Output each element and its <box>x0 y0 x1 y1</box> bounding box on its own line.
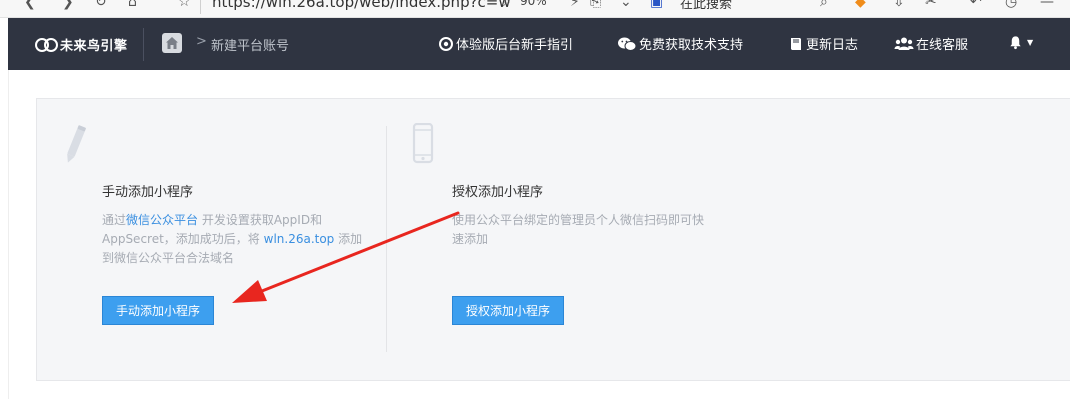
extension-icon[interactable]: ◆ <box>855 0 866 10</box>
nav-service-link[interactable]: 在线客服 <box>894 34 968 53</box>
home-browser-icon[interactable]: ⌂ <box>128 0 137 10</box>
bell-icon <box>1010 36 1021 50</box>
top-navigation-bar: 未来鸟引擎 > 新建平台账号 体验版后台新手指引 免费获取技术支持 更新日志 在… <box>8 18 1070 70</box>
nav-guide-label: 体验版后台新手指引 <box>456 38 574 53</box>
reload-icon[interactable]: ↻ <box>95 0 107 10</box>
logo[interactable]: 未来鸟引擎 <box>35 35 128 54</box>
home-button[interactable] <box>162 33 182 53</box>
nav-support-link[interactable]: 免费获取技术支持 <box>617 34 743 53</box>
search-box[interactable]: 在此搜索 <box>680 0 732 12</box>
pencil-icon <box>67 125 86 163</box>
address-bar[interactable]: https://wln.26a.top/web/index.php?c=w <box>212 0 511 11</box>
share-icon[interactable]: ⎘ <box>590 0 601 10</box>
history-icon[interactable]: ◷ <box>1005 0 1017 10</box>
breadcrumb-current: 新建平台账号 <box>211 39 290 54</box>
dropdown-icon[interactable]: ⌄ <box>620 0 632 10</box>
authorize-add-button[interactable]: 授权添加小程序 <box>452 296 564 325</box>
breadcrumb-separator: > <box>196 34 207 49</box>
wechat-platform-link[interactable]: 微信公众平台 <box>126 213 198 227</box>
lightning-icon[interactable]: ⚡ <box>570 0 580 10</box>
authorize-card-title: 授权添加小程序 <box>452 185 544 200</box>
back-icon[interactable]: ❮ <box>24 0 36 10</box>
zoom-icon[interactable]: ⌕ <box>503 0 511 10</box>
chevron-down-icon: ▼ <box>1027 38 1034 47</box>
manual-add-button[interactable]: 手动添加小程序 <box>102 296 214 325</box>
nav-divider <box>143 28 144 61</box>
nav-support-label: 免费获取技术支持 <box>639 38 744 53</box>
domain-link[interactable]: wln.26a.top <box>264 232 335 246</box>
logo-icon <box>35 37 58 52</box>
nav-changelog-label: 更新日志 <box>806 38 859 53</box>
manual-card-description: 通过微信公众平台 开发设置获取AppID和AppSecret，添加成功后，将 w… <box>102 211 364 268</box>
logo-text: 未来鸟引擎 <box>60 38 128 54</box>
users-icon <box>894 36 914 52</box>
nav-changelog-link[interactable]: 更新日志 <box>788 34 858 53</box>
circle-dot-icon <box>438 36 454 52</box>
nav-guide-link[interactable]: 体验版后台新手指引 <box>438 34 573 53</box>
manual-card-title: 手动添加小程序 <box>102 185 194 200</box>
undo-icon[interactable]: ↶ <box>970 0 982 10</box>
desc-prefix: 通过 <box>102 213 127 227</box>
nav-service-label: 在线客服 <box>916 38 969 53</box>
zoom-level[interactable]: 90% <box>520 0 547 8</box>
url-separator <box>200 0 201 14</box>
download-icon[interactable]: ⇩ <box>893 0 905 10</box>
main-content: 手动添加小程序 通过微信公众平台 开发设置获取AppID和AppSecret，添… <box>8 70 1070 399</box>
authorize-card-description: 使用公众平台绑定的管理员个人微信扫码即可快速添加 <box>452 213 705 246</box>
search-engine-icon[interactable]: ▣ <box>650 0 663 10</box>
home-icon <box>166 37 178 49</box>
bookmark-star-icon[interactable]: ☆ <box>178 0 191 10</box>
scissors-icon[interactable]: ✂ <box>925 0 937 10</box>
wechat-icon <box>617 36 637 52</box>
notification-menu[interactable]: ▼ <box>1008 35 1033 50</box>
browser-toolbar: ❮ ❯ ↻ ⌂ ☆ https://wln.26a.top/web/index.… <box>0 0 1070 18</box>
forward-icon[interactable]: ❯ <box>62 0 74 10</box>
book-icon <box>788 36 804 52</box>
add-miniprogram-panel: 手动添加小程序 通过微信公众平台 开发设置获取AppID和AppSecret，添… <box>36 98 1070 381</box>
search-icon[interactable]: ⌕ <box>820 0 828 10</box>
column-divider <box>386 126 387 352</box>
phone-icon <box>412 123 434 164</box>
menu-icon[interactable]: — <box>1040 0 1054 10</box>
